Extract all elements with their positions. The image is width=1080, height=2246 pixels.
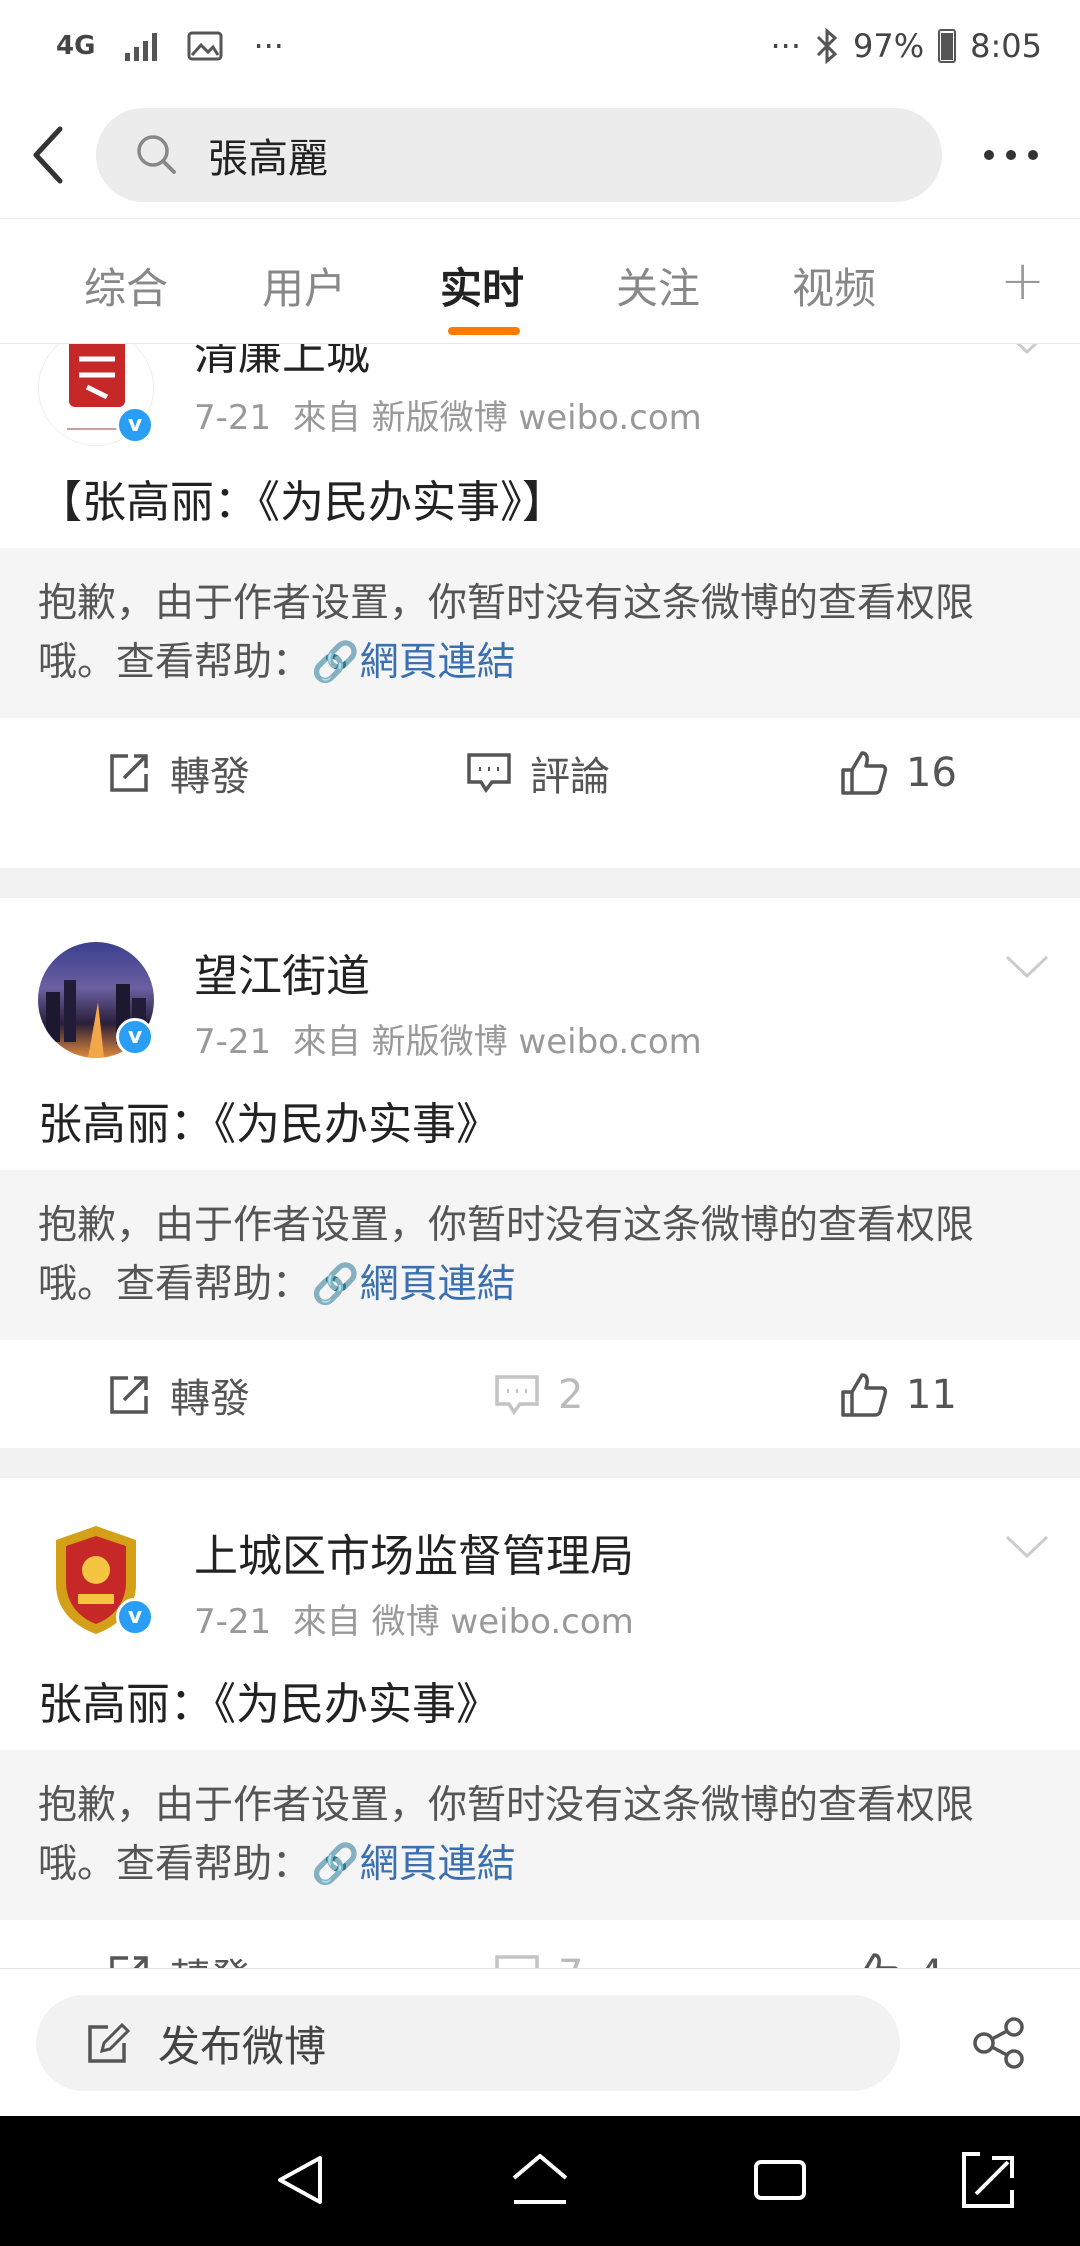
tab-users[interactable]: 用户 [262,255,346,316]
thumbs-up-icon [864,1953,898,1968]
compose-button[interactable]: 发布微博 [36,1995,900,2091]
comment-icon [467,753,511,794]
home-nav-icon[interactable] [510,2150,570,2210]
more-status-icon: ··· [770,27,802,65]
signal-icon [125,31,158,61]
post-text: 张高丽：《为民办实事》 [38,1099,500,1150]
repost-icon [110,1956,148,1968]
like-button[interactable]: 16 [840,718,957,828]
repost-icon [110,1376,148,1414]
more-notifications-icon: ··· [253,27,284,65]
comment-icon [495,1955,539,1968]
status-bar: 4G ··· ··· 97% 8:05 [0,0,1080,92]
feed: v 清廉上城 7-21 來自 新版微博 weibo.com 【张高丽：《为民办实… [0,344,1080,1968]
post-card[interactable]: v 清廉上城 7-21 來自 新版微博 weibo.com 【张高丽：《为民办实… [0,344,1080,868]
chevron-down-icon[interactable] [1004,954,1050,980]
username[interactable]: 清廉上城 [194,344,370,382]
like-button[interactable]: 4 [852,1920,943,1968]
edit-icon [88,2022,130,2063]
action-bar: 轉發 2 11 [0,1340,1080,1450]
permission-notice: 抱歉，由于作者设置，你暂时没有这条微博的查看权限哦。查看帮助：🔗網頁連結 [0,1750,1080,1920]
verified-badge: v [116,1018,154,1056]
thumbs-up-icon [841,751,888,795]
system-navigation-bar [0,2116,1080,2246]
back-button[interactable] [0,92,96,218]
expand-nav-icon[interactable] [960,2150,1016,2210]
back-nav-icon[interactable] [272,2150,328,2210]
compose-label: 发布微博 [158,2021,327,2071]
post-card[interactable]: v 上城区市场监督管理局 7-21 來自 微博 weibo.com 张高丽：《为… [0,1478,1080,1968]
back-arrow-icon [33,126,63,184]
like-button[interactable]: 11 [840,1340,957,1450]
add-tab-button[interactable]: + [1000,249,1045,312]
verified-badge: v [116,1598,154,1636]
share-icon[interactable] [972,2017,1028,2069]
verified-badge: v [116,406,154,444]
battery-percent: 97% [853,27,925,65]
comment-button[interactable]: 7 [494,1920,583,1968]
active-tab-indicator [448,327,520,335]
compose-bar: 发布微博 [0,1968,1080,2116]
action-bar: 轉發 7 4 [0,1920,1080,1968]
more-options-button[interactable] [942,150,1080,160]
repost-icon [110,754,148,792]
repost-button[interactable]: 轉發 [106,718,250,828]
post-text: 张高丽：《为民办实事》 [38,1679,500,1730]
thumbs-up-icon [841,1373,888,1417]
post-meta: 7-21 來自 新版微博 weibo.com [194,398,702,438]
permission-notice: 抱歉，由于作者设置，你暂时没有这条微博的查看权限哦。查看帮助：🔗網頁連結 [0,1170,1080,1340]
tab-realtime[interactable]: 实时 [440,255,524,316]
battery-icon [938,29,957,63]
help-link[interactable]: 🔗網頁連結 [311,1262,516,1307]
search-input[interactable]: 張高麗 [96,108,942,202]
post-meta: 7-21 來自 微博 weibo.com [194,1602,634,1642]
comment-button[interactable]: 2 [494,1340,583,1450]
action-bar: 轉發 評論 16 [0,718,1080,828]
repost-button[interactable]: 轉發 [106,1920,250,1968]
tab-following[interactable]: 关注 [616,255,700,316]
post-text: 【张高丽：《为民办实事》】 [38,477,566,528]
tab-bar: 综合 用户 实时 关注 视频 + [0,218,1080,344]
bluetooth-icon [816,28,838,64]
search-header: 張高麗 [0,92,1080,218]
post-meta: 7-21 來自 新版微博 weibo.com [194,1022,702,1062]
recents-nav-icon[interactable] [752,2150,808,2210]
username[interactable]: 上城区市场监督管理局 [194,1520,634,1584]
comment-button[interactable]: 評論 [466,718,610,828]
help-link[interactable]: 🔗網頁連結 [311,640,516,685]
clock: 8:05 [970,27,1042,65]
comment-icon [495,1375,539,1416]
search-icon [137,135,176,174]
repost-button[interactable]: 轉發 [106,1340,250,1450]
permission-notice: 抱歉，由于作者设置，你暂时没有这条微博的查看权限哦。查看帮助：🔗網頁連結 [0,548,1080,718]
username[interactable]: 望江街道 [194,940,370,1004]
tab-general[interactable]: 综合 [84,255,168,316]
image-notification-icon [187,31,223,61]
search-query: 張高麗 [208,136,328,182]
chevron-down-icon[interactable] [1004,1534,1050,1560]
chevron-down-icon[interactable] [1004,344,1050,356]
weibo-search-page: 4G ··· ··· 97% 8:05 張高麗 综合 用户 实时 关注 视频 +… [0,0,1080,2246]
help-link[interactable]: 🔗網頁連結 [311,1842,516,1887]
post-card[interactable]: v 望江街道 7-21 來自 新版微博 weibo.com 张高丽：《为民办实事… [0,898,1080,1448]
tab-video[interactable]: 视频 [792,255,876,316]
network-indicator: 4G [56,31,96,61]
